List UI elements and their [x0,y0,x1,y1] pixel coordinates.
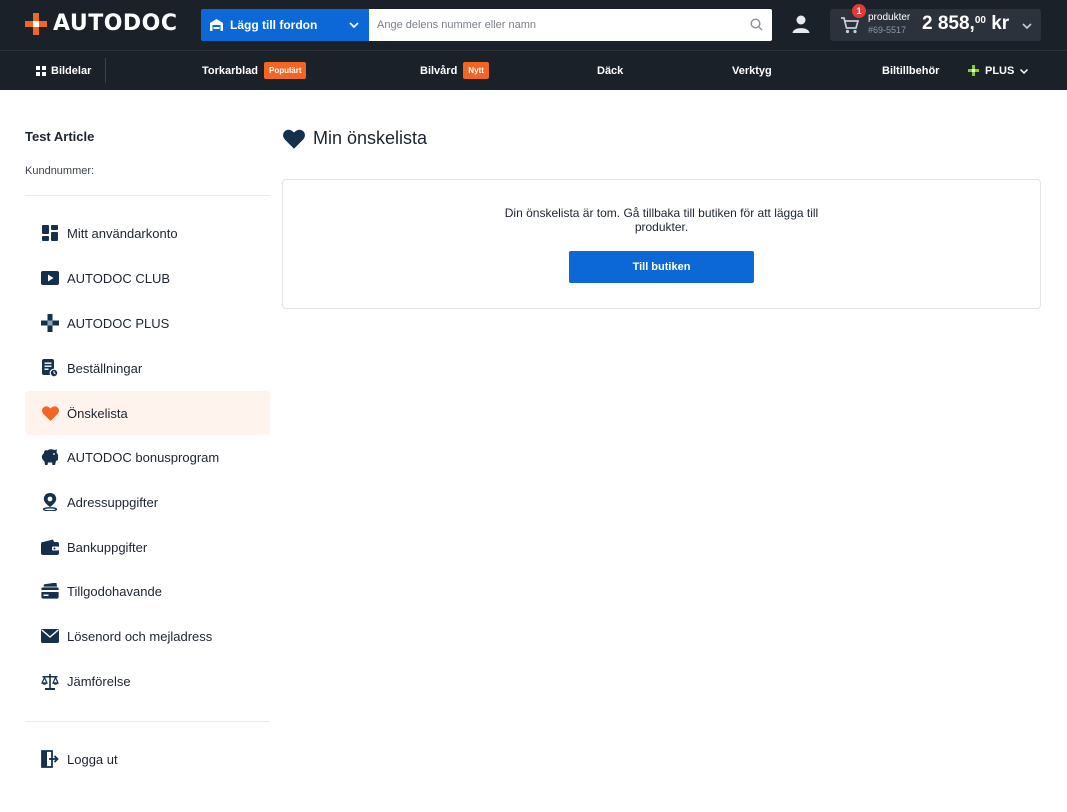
sidebar-item-label: AUTODOC CLUB [67,270,171,286]
nav-label: PLUS [985,64,1015,77]
scales-icon [41,672,59,690]
nav-label: Bildelar [51,64,92,77]
sidebar-item-label: Jämförelse [67,673,131,689]
sidebar-item-label: Mitt användarkonto [67,225,178,241]
search-input[interactable] [369,9,772,41]
sidebar-item-address[interactable]: Adressuppgifter [25,480,270,524]
back-to-shop-button[interactable]: Till butiken [569,251,754,283]
cart-order-number: #69-5517 [868,25,907,35]
sidebar-item-bonus[interactable]: AUTODOC bonusprogram [25,435,270,479]
orders-icon [41,359,59,377]
nav-label: Torkarblad [202,64,259,77]
popular-badge: Populärt [264,62,307,79]
wishlist-empty-panel: Din önskelista är tom. Gå tillbaka till … [282,179,1041,309]
page-heading: Min önskelista [283,128,427,149]
category-nav: Bildelar Torkarblad Populärt Bilvård Nyt… [0,50,1067,90]
chevron-down-icon [1019,66,1029,76]
sidebar-divider [25,721,270,722]
cart-label: produkter [868,12,911,23]
location-pin-icon [41,493,59,511]
sidebar-item-label: Önskelista [67,405,128,421]
nav-item-bilvard[interactable]: Bilvård Nytt [420,51,489,90]
nav-item-bildelar[interactable]: Bildelar [36,51,91,90]
sidebar-item-account[interactable]: Mitt användarkonto [25,211,270,255]
search-icon[interactable] [750,18,763,36]
add-vehicle-button[interactable]: Lägg till fordon [201,9,369,41]
top-header: AUTODOC Lägg till fordon 1 produkter #69… [0,0,1067,50]
nav-label: Verktyg [732,64,772,77]
garage-icon [210,18,224,32]
empty-wishlist-message-wrap: Din önskelista är tom. Gå tillbaka till … [283,206,1040,234]
sidebar-item-label: Bankuppgifter [67,539,148,555]
envelope-icon [41,627,59,645]
sidebar-item-label: Tillgodohavande [67,583,162,599]
nav-item-dack[interactable]: Däck [597,51,623,90]
sidebar-item-password-email[interactable]: Lösenord och mejladress [25,614,270,658]
autodoc-plus-logo-icon [25,13,47,35]
chevron-down-icon [1021,19,1033,37]
autodoc-logo[interactable]: AUTODOC [25,10,178,38]
logo-text: AUTODOC [53,11,178,36]
chevron-down-icon [348,18,360,36]
play-icon [41,269,59,287]
empty-wishlist-message: Din önskelista är tom. Gå tillbaka till … [504,206,819,234]
user-account-icon[interactable] [791,14,811,39]
sidebar-item-wishlist[interactable]: Önskelista [25,391,270,435]
add-vehicle-label: Lägg till fordon [230,18,318,32]
sidebar-item-label: AUTODOC PLUS [67,315,170,331]
piggy-bank-icon [41,448,59,466]
wallet-icon [41,538,59,556]
sidebar-item-label: Lösenord och mejladress [67,628,213,644]
logout-icon [41,750,59,768]
heart-icon [41,404,59,422]
sidebar-divider [25,195,270,196]
sidebar-item-bank[interactable]: Bankuppgifter [25,525,270,569]
new-badge: Nytt [463,62,489,79]
sidebar-item-logout[interactable]: Logga ut [25,737,270,781]
credit-card-icon [41,582,59,600]
sidebar-item-plus[interactable]: AUTODOC PLUS [25,301,270,345]
grid-icon [36,65,46,76]
customer-number-label: Kundnummer: [25,165,95,177]
plus-icon [41,314,59,332]
sidebar-item-label: AUTODOC bonusprogram [67,449,220,465]
nav-item-biltillbehor[interactable]: Biltillbehör [882,51,939,90]
profile-name: Test Article [25,129,95,144]
cart-total-main: 2 858, [922,13,975,34]
nav-divider [105,58,106,83]
cart-icon [840,16,860,39]
cart-total: 2 858,00 kr [922,13,1009,35]
cart-count-badge: 1 [852,4,866,18]
sidebar-item-credit[interactable]: Tillgodohavande [25,569,270,613]
dashboard-icon [41,224,59,242]
nav-label: Biltillbehör [882,64,940,77]
plus-green-icon [968,65,979,76]
sidebar-item-club[interactable]: AUTODOC CLUB [25,256,270,300]
cart-total-decimals: 00 [974,15,986,26]
sidebar-item-compare[interactable]: Jämförelse [25,659,270,703]
nav-item-verktyg[interactable]: Verktyg [732,51,772,90]
heart-icon [283,129,305,149]
nav-label: Bilvård [420,64,458,77]
search-box [369,9,772,41]
cart-button[interactable]: 1 produkter #69-5517 2 858,00 kr [830,4,1041,41]
sidebar-item-label: Logga ut [67,751,118,767]
sidebar-item-label: Adressuppgifter [67,494,159,510]
nav-item-torkarblad[interactable]: Torkarblad Populärt [202,51,307,90]
nav-label: Däck [597,64,624,77]
page-title: Min önskelista [313,128,428,148]
sidebar-item-label: Beställningar [67,360,143,376]
sidebar-item-orders[interactable]: Beställningar [25,346,270,390]
nav-item-plus[interactable]: PLUS [968,51,1029,90]
cart-total-currency: kr [985,13,1010,34]
